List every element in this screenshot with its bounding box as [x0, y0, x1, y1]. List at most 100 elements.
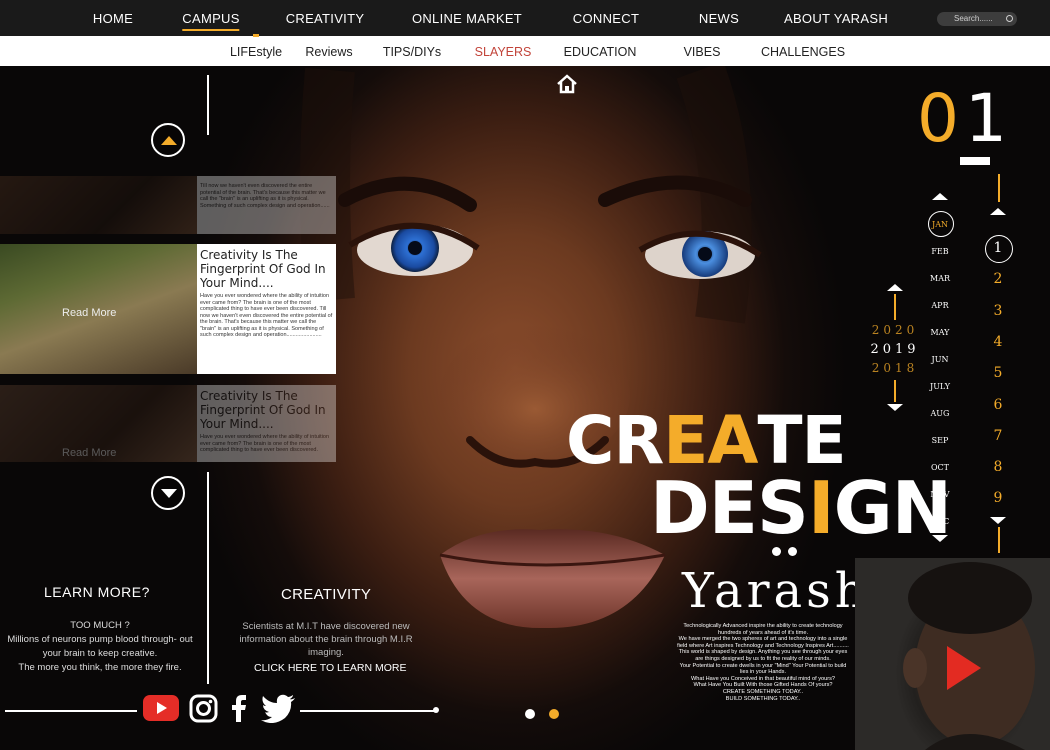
- day-item[interactable]: 6: [985, 397, 1011, 413]
- chevron-up-icon: [161, 136, 177, 145]
- hero-title-letter: G: [833, 466, 893, 550]
- facebook-icon[interactable]: [230, 694, 248, 723]
- year-item[interactable]: 2020: [866, 323, 924, 337]
- nav-about-yarash[interactable]: ABOUT YARASH: [784, 11, 888, 26]
- nav-connect[interactable]: CONNECT: [573, 11, 639, 26]
- month-down-arrow[interactable]: [932, 535, 948, 542]
- hero-title-letter: A: [707, 402, 758, 479]
- subnav-challenges[interactable]: CHALLENGES: [761, 45, 845, 59]
- year-down-arrow[interactable]: [887, 404, 903, 411]
- day-line: [998, 527, 1000, 553]
- nav-news[interactable]: NEWS: [699, 11, 739, 26]
- article-body: Have you ever wondered where the ability…: [200, 293, 333, 338]
- month-item[interactable]: JAN: [925, 220, 955, 229]
- month-item[interactable]: NOV: [925, 490, 955, 499]
- scroll-up-button[interactable]: [151, 123, 185, 157]
- month-item[interactable]: SEP: [925, 436, 955, 445]
- hero-title-line2: DESIGN: [650, 466, 952, 550]
- nav-home[interactable]: HOME: [93, 11, 133, 26]
- day-item[interactable]: 8: [985, 459, 1011, 475]
- hero-title-letter: E: [663, 402, 708, 479]
- creativity-text: Scientists at M.I.T have discovered new …: [239, 621, 413, 658]
- date-underline: [960, 157, 990, 165]
- month-item[interactable]: AUG: [925, 409, 955, 418]
- instagram-icon[interactable]: [189, 694, 218, 723]
- footer-line: [300, 710, 435, 712]
- day-up-arrow[interactable]: [990, 208, 1006, 215]
- date-number-suffix: 1: [965, 80, 1007, 157]
- date-number-prefix: 0: [917, 80, 959, 157]
- subnav-education[interactable]: EDUCATION: [564, 45, 637, 59]
- video-thumbnail[interactable]: [855, 558, 1050, 750]
- scroll-down-button[interactable]: [151, 476, 185, 510]
- article-title: Creativity Is The Fingerprint Of God In …: [200, 389, 326, 431]
- timeline-line: [207, 75, 209, 135]
- year-up-arrow[interactable]: [887, 284, 903, 291]
- year-item[interactable]: 2018: [866, 361, 924, 375]
- search-placeholder: Search......: [954, 14, 993, 23]
- month-item[interactable]: OCT: [925, 463, 955, 472]
- hero-title-letter: I: [807, 466, 835, 550]
- day-item[interactable]: 3: [985, 303, 1011, 319]
- hero-title-letter: R: [613, 402, 664, 479]
- hero-title-line1: CREATE: [566, 402, 847, 479]
- month-item[interactable]: DEC: [925, 517, 955, 526]
- youtube-icon[interactable]: [142, 694, 180, 722]
- year-line: [894, 294, 896, 320]
- article-excerpt: Creativity Is The Fingerprint Of God In …: [197, 385, 336, 462]
- nav-campus[interactable]: CAMPUS: [182, 11, 241, 31]
- subnav-slayers[interactable]: SLAYERS: [475, 45, 532, 59]
- hero-title-letter: S: [756, 466, 809, 550]
- day-item[interactable]: 2: [985, 271, 1011, 287]
- subnav-lifestyle[interactable]: LIFEstyle: [230, 45, 282, 59]
- article-excerpt: Creativity Is The Fingerprint Of God In …: [197, 244, 336, 374]
- article-title: Creativity Is The Fingerprint Of God In …: [200, 248, 326, 290]
- article-card[interactable]: Read More Creativity Is The Fingerprint …: [0, 385, 336, 462]
- twitter-icon[interactable]: [260, 694, 296, 723]
- timeline-line: [207, 472, 209, 684]
- day-item[interactable]: 9: [985, 490, 1011, 506]
- article-card[interactable]: Till now we haven't even discovered the …: [0, 176, 336, 234]
- month-item[interactable]: MAR: [925, 274, 955, 283]
- year-item[interactable]: 2019: [866, 342, 924, 357]
- footer-line: [5, 710, 137, 712]
- play-icon[interactable]: [947, 646, 981, 690]
- month-item[interactable]: JULY: [925, 382, 955, 391]
- article-card[interactable]: Read More Creativity Is The Fingerprint …: [0, 244, 336, 374]
- day-item[interactable]: 4: [985, 334, 1011, 350]
- subnav-reviews[interactable]: Reviews: [305, 45, 352, 59]
- subnav-vibes[interactable]: VIBES: [684, 45, 721, 59]
- day-down-arrow[interactable]: [990, 517, 1006, 524]
- slider-dot-active[interactable]: [549, 709, 559, 719]
- hero-blurb: Technologically Advanced inspire the abi…: [677, 623, 849, 702]
- nav-creativity[interactable]: CREATIVITY: [286, 11, 365, 26]
- home-icon[interactable]: [556, 73, 578, 95]
- search-icon[interactable]: [1006, 15, 1013, 22]
- article-body: Have you ever wondered where the ability…: [200, 434, 330, 453]
- month-item[interactable]: MAY: [925, 328, 955, 337]
- top-nav: HOME CAMPUS CREATIVITY ONLINE MARKET CON…: [0, 0, 1050, 36]
- sub-nav: LIFEstyle Reviews TIPS/DIYs SLAYERS EDUC…: [0, 34, 1050, 66]
- learn-more-link[interactable]: CLICK HERE TO LEARN MORE: [254, 662, 406, 674]
- day-item[interactable]: 7: [985, 428, 1011, 444]
- month-item[interactable]: FEB: [925, 247, 955, 256]
- article-thumbnail: [0, 176, 197, 234]
- search-input[interactable]: Search......: [937, 12, 1017, 26]
- month-up-arrow[interactable]: [932, 193, 948, 200]
- day-item[interactable]: 1: [985, 240, 1011, 256]
- read-more-link[interactable]: Read More: [62, 447, 116, 459]
- active-indicator: [253, 34, 259, 37]
- article-excerpt: Till now we haven't even discovered the …: [197, 176, 336, 234]
- month-item[interactable]: APR: [925, 301, 955, 310]
- chevron-down-icon: [161, 489, 177, 498]
- read-more-link[interactable]: Read More: [62, 307, 116, 319]
- day-line: [998, 174, 1000, 202]
- footer-line-end: [433, 707, 439, 713]
- subnav-tips-diys[interactable]: TIPS/DIYs: [383, 45, 441, 59]
- month-item[interactable]: JUN: [925, 355, 955, 364]
- day-item[interactable]: 5: [985, 365, 1011, 381]
- nav-online-market[interactable]: ONLINE MARKET: [412, 11, 522, 26]
- hero-title-letter: E: [801, 402, 846, 479]
- hero-title-letter: T: [757, 402, 802, 479]
- slider-dot[interactable]: [525, 709, 535, 719]
